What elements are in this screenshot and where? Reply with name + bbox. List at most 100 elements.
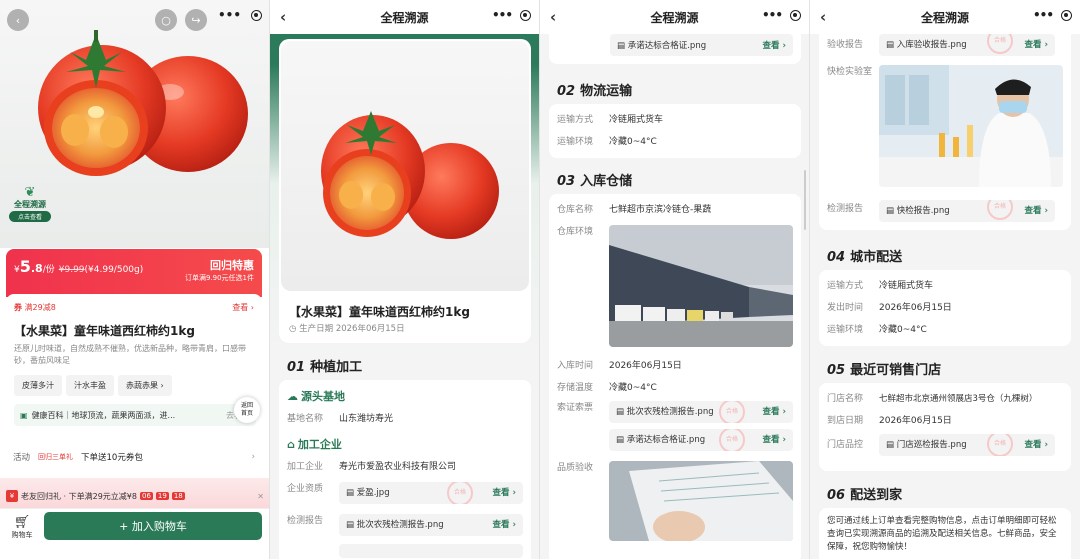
promo-text: 老友回归礼 · 下单满29元立减¥8 bbox=[21, 491, 137, 501]
product-card: 【水果菜】童年味道西红柿约1kg ◷ 生产日期 2026年06月15日 bbox=[279, 39, 531, 343]
view-link[interactable]: 查看 › bbox=[493, 518, 516, 532]
stamp-icon: 合格 bbox=[719, 401, 745, 423]
close-miniapp-button[interactable] bbox=[790, 9, 801, 21]
feature-tag[interactable]: 汁水丰盈 bbox=[66, 375, 114, 396]
file-attachment[interactable]: ▤ 承诺达标合格证.png 合格 查看 › bbox=[609, 429, 793, 451]
close-miniapp-button[interactable] bbox=[520, 9, 531, 21]
activity-text: 下单送10元券包 bbox=[81, 453, 143, 463]
more-menu-button[interactable]: ••• bbox=[218, 8, 241, 22]
trace-screen-1: ‹ 全程溯源 ••• 【水果菜】童年味道西红柿约1kg ◷ 生产日期 2026年… bbox=[270, 0, 540, 559]
feature-tag-label: 赤蔬赤果 bbox=[126, 381, 158, 390]
countdown-minutes: 19 bbox=[155, 492, 169, 500]
stage-heading: 01 种植加工 bbox=[287, 356, 362, 375]
feature-tags: 皮薄多汁 汁水丰盈 赤蔬赤果 › bbox=[14, 375, 254, 396]
info-row: 运输方式 冷链厢式货车 bbox=[557, 113, 793, 127]
scrollbar[interactable] bbox=[804, 170, 806, 230]
back-button[interactable]: ‹ bbox=[7, 9, 29, 31]
stage-title: 物流运输 bbox=[580, 84, 633, 99]
product-hero-image: ‹ ○ ↪ ••• ❦ 全程溯源 点击查看 bbox=[0, 0, 269, 248]
lab-image bbox=[879, 65, 1063, 187]
back-button[interactable]: ‹ bbox=[820, 8, 826, 26]
file-attachment[interactable]: ▤ 承诺达标合格证.png 查看 › bbox=[610, 34, 793, 56]
file-name-text: 入库验收报告.png bbox=[896, 40, 967, 50]
back-home-button[interactable]: 返回 首页 bbox=[234, 397, 260, 423]
info-row: 快检实验室 bbox=[827, 65, 1063, 187]
view-link[interactable]: 查看 › bbox=[1025, 38, 1048, 52]
info-row: 企业资质 ▤ 爱盈.jpg 合格 查看 › bbox=[287, 482, 523, 504]
promo-banner[interactable]: ¥ 老友回归礼 · 下单满29元立减¥8 06 19 18 ✕ bbox=[6, 489, 264, 503]
tomato-image bbox=[321, 111, 499, 239]
file-name: ▤ 承诺达标合格证.png bbox=[617, 39, 706, 51]
file-name-text: 承诺达标合格证.png bbox=[627, 41, 707, 51]
info-row: 仓库环境 bbox=[557, 225, 793, 347]
view-link[interactable]: 查看 › bbox=[1025, 438, 1048, 452]
product-detail-screen: ‹ ○ ↪ ••• ❦ 全程溯源 点击查看 ¥5.8/份 ¥9.99(¥4.99/… bbox=[0, 0, 270, 559]
close-miniapp-button[interactable] bbox=[1061, 9, 1072, 21]
cart-icon: 🛒︎ bbox=[13, 515, 31, 530]
file-attachment[interactable]: ▤ 爱盈.jpg 合格 查看 › bbox=[339, 482, 523, 504]
info-row: 仓库名称 七鲜超市京滨冷链仓-果蔬 bbox=[557, 203, 793, 217]
yen-icon: ¥ bbox=[6, 490, 18, 502]
warehouse-photo[interactable] bbox=[609, 225, 793, 347]
trace-badge-cta: 点击查看 bbox=[9, 211, 51, 222]
unit-price: (¥4.99/500g) bbox=[84, 265, 144, 275]
health-wiki-row[interactable]: ▣ 健康百科｜地球顶流，蔬果两面派，进... 去看看 bbox=[14, 404, 256, 426]
file-name-text: 快检报告.png bbox=[896, 206, 950, 216]
back-home-line2: 首页 bbox=[240, 410, 253, 417]
product-image bbox=[281, 41, 529, 291]
back-button[interactable]: ‹ bbox=[550, 8, 556, 26]
search-button[interactable]: ○ bbox=[155, 9, 177, 31]
more-menu-button[interactable]: ••• bbox=[1033, 8, 1054, 22]
view-link[interactable]: 查看 › bbox=[493, 486, 516, 500]
wiki-label: 健康百科｜地球顶流，蔬果两面派，进... bbox=[31, 410, 176, 420]
more-menu-button[interactable]: ••• bbox=[492, 8, 513, 22]
feature-tag[interactable]: 赤蔬赤果 › bbox=[118, 375, 172, 396]
produce-date: ◷ 生产日期 2026年06月15日 bbox=[289, 322, 405, 334]
activity-tag: 回归三单礼 bbox=[38, 453, 74, 461]
stamp-icon: 合格 bbox=[987, 200, 1013, 220]
price-integer: 5 bbox=[19, 257, 31, 276]
activity-row[interactable]: 活动 回归三单礼 下单送10元券包 › bbox=[6, 444, 262, 470]
more-menu-button[interactable]: ••• bbox=[762, 8, 783, 22]
cart-button[interactable]: 🛒︎ 购物车 bbox=[10, 515, 34, 540]
row-key: 企业资质 bbox=[287, 484, 324, 494]
share-button[interactable]: ↪ bbox=[185, 9, 207, 31]
row-key: 品质验收 bbox=[557, 463, 594, 473]
view-link[interactable]: 查看 › bbox=[763, 39, 786, 51]
page-title: 全程溯源 bbox=[380, 10, 429, 25]
back-button[interactable]: ‹ bbox=[280, 8, 286, 26]
info-row: 索证索票 ▤ 批次农残检测报告.png 合格 查看 › ▤ 承诺达标合格证.pn… bbox=[557, 401, 793, 451]
file-attachment[interactable]: ▤ 入库验收报告.png 合格 查看 › bbox=[879, 34, 1055, 56]
info-row: 到店日期 2026年06月15日 bbox=[827, 414, 1063, 428]
file-attachment[interactable]: ▤ 快检报告.png 合格 查看 › bbox=[879, 200, 1055, 222]
quality-photo[interactable] bbox=[609, 461, 793, 541]
lab-photo[interactable] bbox=[879, 65, 1063, 187]
countdown-seconds: 18 bbox=[171, 492, 185, 500]
product-title: 【水果菜】童年味道西红柿约1kg bbox=[14, 324, 195, 338]
view-link[interactable]: 查看 › bbox=[763, 405, 786, 419]
row-key: 验收报告 bbox=[827, 40, 864, 50]
file-attachment[interactable]: ▤ 批次农残检测报告.png 合格 查看 › bbox=[609, 401, 793, 423]
view-link[interactable]: 查看 › bbox=[763, 433, 786, 447]
view-link[interactable]: 查看 › bbox=[1025, 204, 1048, 218]
search-icon: ○ bbox=[161, 13, 171, 27]
info-row: 运输环境 冷藏0~4°C bbox=[827, 323, 1063, 337]
close-icon[interactable]: ✕ bbox=[257, 492, 264, 501]
file-attachment[interactable]: ▤ 门店巡检报告.png 合格 查看 › bbox=[879, 434, 1055, 456]
row-key: 门店名称 bbox=[827, 394, 864, 404]
trace-badge[interactable]: ❦ 全程溯源 点击查看 bbox=[9, 186, 51, 234]
cloud-icon: ☁︎ bbox=[287, 389, 298, 403]
stage-heading: 04 城市配送 bbox=[827, 246, 902, 265]
file-attachment[interactable]: ▤ 批次农残检测报告.png 查看 › bbox=[339, 514, 523, 536]
add-to-cart-button[interactable]: + 加入购物车 bbox=[44, 512, 262, 540]
row-key: 到店日期 bbox=[827, 416, 864, 426]
coupon-row[interactable]: 券 满29减8 查看 › bbox=[14, 302, 254, 313]
stage-title: 种植加工 bbox=[310, 360, 363, 375]
stamp-icon: 合格 bbox=[987, 434, 1013, 456]
warehouse-image bbox=[609, 225, 793, 347]
coupon-view-link[interactable]: 查看 › bbox=[232, 302, 254, 313]
close-miniapp-button[interactable] bbox=[251, 9, 262, 21]
row-value: 七鲜超市北京通州领展店3号仓（九棵树） bbox=[879, 394, 1038, 404]
feature-tag[interactable]: 皮薄多汁 bbox=[14, 375, 62, 396]
row-key: 存储温度 bbox=[557, 383, 594, 393]
